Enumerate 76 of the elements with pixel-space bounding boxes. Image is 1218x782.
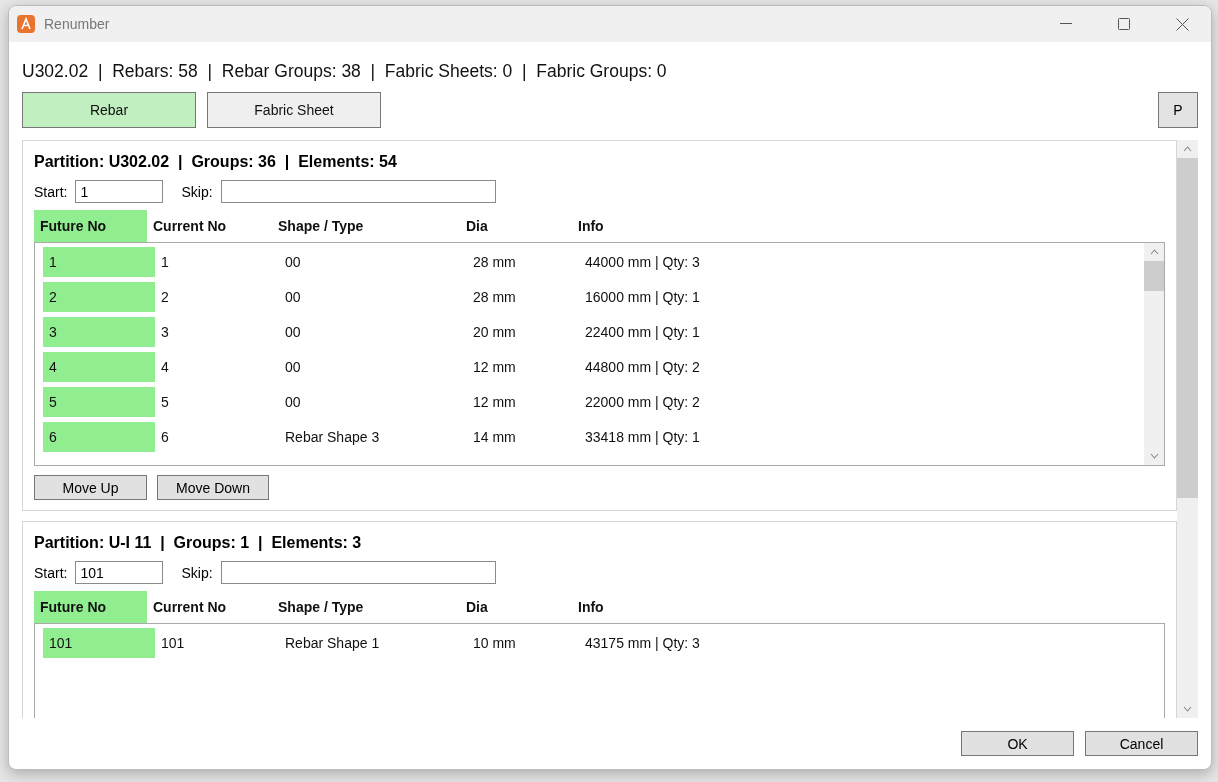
table-cell-text: 28 mm	[472, 288, 517, 307]
table-cell-text: 20 mm	[472, 323, 517, 342]
cancel-button[interactable]: Cancel	[1085, 731, 1198, 756]
column-header[interactable]: Shape / Type	[272, 591, 460, 623]
column-header[interactable]: Current No	[147, 210, 272, 242]
close-icon	[1175, 17, 1189, 31]
table-cell-text: 12 mm	[472, 358, 517, 377]
table-cell-text: 4	[160, 358, 170, 377]
table-cell-text: 28 mm	[472, 253, 517, 272]
ok-button[interactable]: OK	[961, 731, 1074, 756]
start-label: Start:	[34, 183, 68, 200]
skip-label: Skip:	[181, 183, 213, 200]
table-cell-text: Rebar Shape 1	[284, 634, 381, 653]
table-cell-text: 00	[284, 288, 302, 307]
table-cell-text: 00	[284, 358, 302, 377]
p-button[interactable]: P	[1158, 92, 1198, 128]
column-header[interactable]: Dia	[460, 591, 572, 623]
table-cell-text: 33418 mm | Qty: 1	[584, 428, 701, 447]
table-cell-text: 22000 mm | Qty: 2	[584, 393, 701, 412]
start-label: Start:	[34, 564, 68, 581]
future-number-cell[interactable]: 3	[43, 317, 155, 347]
column-header[interactable]: Shape / Type	[272, 210, 460, 242]
skip-field[interactable]	[220, 180, 496, 203]
scroll-up-icon[interactable]	[1149, 249, 1159, 255]
table-cell-text: Rebar Shape 3	[284, 428, 381, 447]
table-cell-text: 14 mm	[472, 428, 517, 447]
table-cell-text: 1	[160, 253, 170, 272]
start-field[interactable]: 101	[75, 561, 164, 584]
skip-label: Skip:	[181, 564, 213, 581]
table-cell-text: 00	[284, 393, 302, 412]
scrollbar-thumb[interactable]	[1144, 261, 1164, 291]
future-number-cell[interactable]: 101	[43, 628, 155, 658]
table-cell-text: 43175 mm | Qty: 3	[584, 634, 701, 653]
table-cell-text: 2	[160, 288, 170, 307]
app-icon	[17, 15, 35, 33]
future-number-cell[interactable]: 6	[43, 422, 155, 452]
scroll-down-icon[interactable]	[1183, 706, 1192, 712]
scrollbar[interactable]	[1144, 243, 1164, 465]
move-down-button[interactable]: Move Down	[157, 475, 269, 500]
scroll-up-icon[interactable]	[1183, 146, 1192, 152]
skip-field[interactable]	[220, 561, 496, 584]
window-title: Renumber	[44, 16, 110, 32]
table-cell-text: 5	[160, 393, 170, 412]
table-cell-text: 12 mm	[472, 393, 517, 412]
mode-tab[interactable]: Rebar	[22, 92, 196, 128]
move-up-button[interactable]: Move Up	[34, 475, 147, 500]
column-header[interactable]: Info	[572, 591, 972, 623]
partition-title: Partition: U302.02 | Groups: 36 | Elements: 54	[34, 152, 398, 172]
column-header[interactable]: Current No	[147, 591, 272, 623]
scroll-down-icon[interactable]	[1149, 453, 1159, 459]
table-cell-text: 22400 mm | Qty: 1	[584, 323, 701, 342]
future-number-cell[interactable]: 5	[43, 387, 155, 417]
column-header[interactable]: Dia	[460, 210, 572, 242]
column-header[interactable]: Future No	[34, 591, 147, 623]
column-header[interactable]: Future No	[34, 210, 147, 242]
column-header[interactable]: Info	[572, 210, 972, 242]
table-cell-text: 101	[160, 634, 186, 653]
table-cell-text: 00	[284, 323, 302, 342]
table-cell-text: 00	[284, 253, 302, 272]
table-cell-text: 3	[160, 323, 170, 342]
summary-text: U302.02 | Rebars: 58 | Rebar Groups: 38 | Fabric Sheets: 0 | Fabric Groups: 0	[22, 60, 668, 82]
future-number-cell[interactable]: 4	[43, 352, 155, 382]
table-cell-text: 44800 mm | Qty: 2	[584, 358, 701, 377]
table-cell-text: 6	[160, 428, 170, 447]
table-cell-text: 44000 mm | Qty: 3	[584, 253, 701, 272]
scrollbar-thumb[interactable]	[1177, 158, 1198, 498]
scrollbar[interactable]	[1177, 140, 1198, 718]
start-field[interactable]: 1	[75, 180, 164, 203]
table-cell-text: 10 mm	[472, 634, 517, 653]
future-number-cell[interactable]: 2	[43, 282, 155, 312]
maximize-icon	[1118, 18, 1130, 30]
minimize-icon	[1060, 23, 1072, 25]
mode-tab[interactable]: Fabric Sheet	[207, 92, 381, 128]
partition-title: Partition: U-I 11 | Groups: 1 | Elements: 3	[34, 533, 363, 553]
future-number-cell[interactable]: 1	[43, 247, 155, 277]
table-cell-text: 16000 mm | Qty: 1	[584, 288, 701, 307]
